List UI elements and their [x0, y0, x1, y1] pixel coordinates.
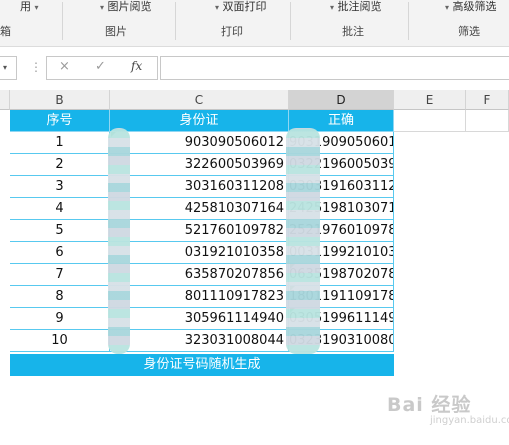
- table-header-id[interactable]: 身份证: [110, 110, 289, 132]
- ribbon-divider: [290, 2, 291, 40]
- table-cell-id[interactable]: 521760109782: [110, 220, 289, 242]
- table-cell-id[interactable]: 801110917823: [110, 286, 289, 308]
- chevron-down-icon: ▾: [34, 3, 39, 12]
- ribbon-divider: [62, 2, 63, 40]
- table-cell-id[interactable]: 305961114940: [110, 308, 289, 330]
- table-cell-id[interactable]: 425810307164: [110, 198, 289, 220]
- table-cell-id[interactable]: 303160311208: [110, 176, 289, 198]
- column-header-c[interactable]: C: [110, 90, 289, 110]
- column-header-f[interactable]: F: [466, 90, 509, 110]
- watermark-logo: Bai 经验: [387, 394, 472, 416]
- table-header-index[interactable]: 序号: [10, 110, 110, 132]
- chevron-down-icon: ▾: [445, 3, 450, 12]
- ribbon: 用 ▾ ▾ 图片阅览 ▾ 双面打印 ▾ 批注阅览 ▾ 高级筛选 箱 图片 打印 …: [0, 0, 509, 47]
- row-header-corner[interactable]: [0, 90, 10, 110]
- name-box[interactable]: ▾: [0, 56, 17, 80]
- ribbon-button-use[interactable]: 用 ▾: [20, 0, 39, 14]
- table-cell-index[interactable]: 7: [10, 264, 110, 286]
- table-cell-index[interactable]: 6: [10, 242, 110, 264]
- privacy-blur: [108, 128, 130, 354]
- cancel-icon[interactable]: ×: [59, 59, 70, 74]
- ribbon-group-label: 批注: [342, 25, 364, 38]
- table-cell-index[interactable]: 9: [10, 308, 110, 330]
- chevron-down-icon[interactable]: ▾: [3, 63, 7, 72]
- column-header-b[interactable]: B: [10, 90, 110, 110]
- ribbon-button-image-preview[interactable]: ▾ 图片阅览: [100, 0, 152, 14]
- check-icon[interactable]: ✓: [95, 59, 106, 74]
- table-cell-id[interactable]: 323031008044: [110, 330, 289, 352]
- empty-cell[interactable]: [466, 110, 509, 132]
- chevron-down-icon: ▾: [330, 3, 335, 12]
- table-cell-id[interactable]: 322600503969: [110, 154, 289, 176]
- insert-function-icon[interactable]: fx: [131, 59, 142, 73]
- table-cell-index[interactable]: 3: [10, 176, 110, 198]
- chevron-down-icon: ▾: [215, 3, 220, 12]
- table-cell-id[interactable]: 903090506012: [110, 132, 289, 154]
- ribbon-group-label: 打印: [221, 25, 243, 38]
- privacy-blur: [286, 128, 320, 354]
- ribbon-group-label: 筛选: [458, 25, 480, 38]
- table-cell-index[interactable]: 4: [10, 198, 110, 220]
- table-cell-index[interactable]: 8: [10, 286, 110, 308]
- table-footer[interactable]: 身份证号码随机生成: [10, 354, 394, 376]
- table-cell-index[interactable]: 2: [10, 154, 110, 176]
- drag-handle-icon[interactable]: ⋮: [30, 60, 42, 74]
- ribbon-button-duplex-print[interactable]: ▾ 双面打印: [215, 0, 267, 14]
- table-cell-id[interactable]: 031921010358: [110, 242, 289, 264]
- column-header-e[interactable]: E: [394, 90, 466, 110]
- table-cell-id[interactable]: 635870207856: [110, 264, 289, 286]
- ribbon-group-label: 图片: [105, 25, 127, 38]
- ribbon-button-advanced-filter[interactable]: ▾ 高级筛选: [445, 0, 497, 14]
- table-cell-index[interactable]: 5: [10, 220, 110, 242]
- formula-bar: ▾ ⋮ × ✓ fx: [0, 50, 509, 86]
- table-cell-index[interactable]: 1: [10, 132, 110, 154]
- empty-cell[interactable]: [394, 110, 466, 132]
- ribbon-group-label: 箱: [0, 25, 11, 38]
- ribbon-button-comment-preview[interactable]: ▾ 批注阅览: [330, 0, 382, 14]
- column-header-d[interactable]: D: [289, 90, 394, 110]
- watermark-url: jingyan.baidu.com: [430, 415, 509, 426]
- ribbon-divider: [175, 2, 176, 40]
- formula-input[interactable]: [160, 56, 509, 80]
- formula-buttons: × ✓ fx: [46, 56, 158, 80]
- chevron-down-icon: ▾: [100, 3, 105, 12]
- table-cell-index[interactable]: 10: [10, 330, 110, 352]
- ribbon-divider: [408, 2, 409, 40]
